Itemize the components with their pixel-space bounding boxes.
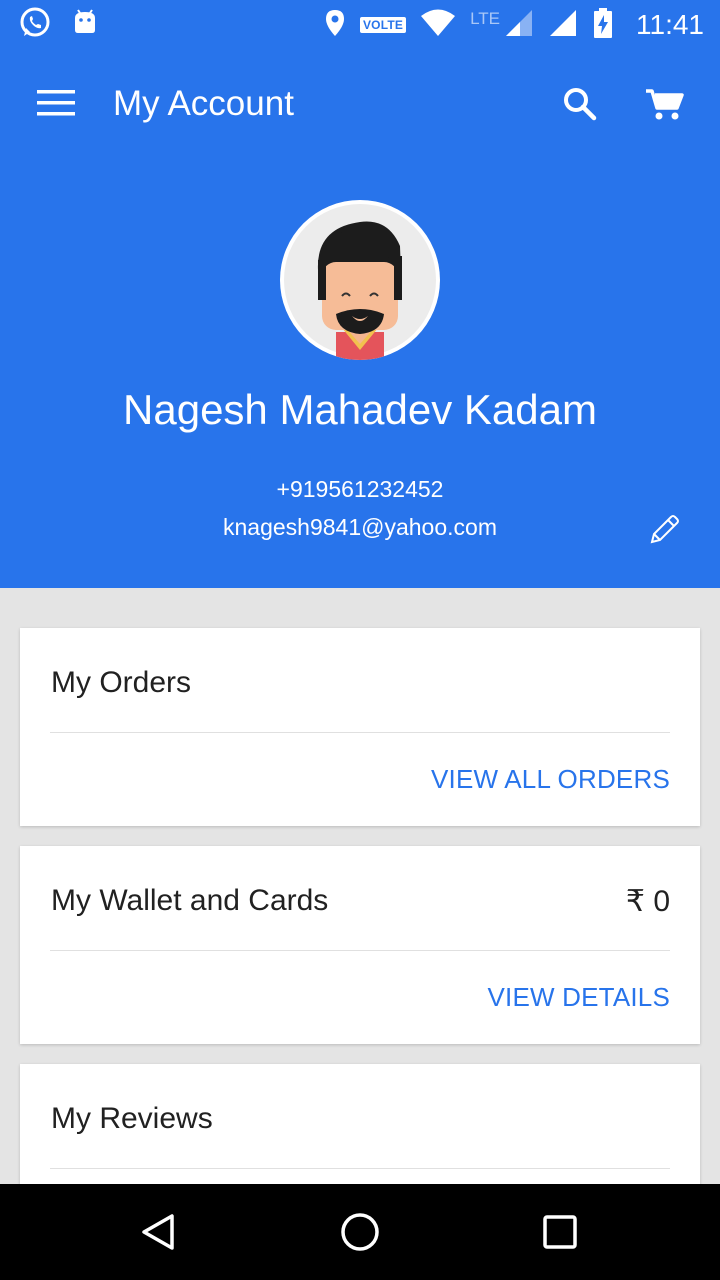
- profile-phone: +919561232452: [276, 476, 444, 502]
- menu-button[interactable]: [30, 80, 82, 126]
- status-bar: VOLTE LTE 11:41: [0, 0, 720, 50]
- divider: [50, 1168, 670, 1169]
- pencil-icon: [650, 515, 679, 544]
- back-icon: [142, 1214, 174, 1250]
- profile-email: knagesh9841@yahoo.com: [223, 514, 497, 540]
- screen: VOLTE LTE 11:41 My Account Nagesh Mahade…: [0, 0, 720, 1280]
- signal-icon: [548, 8, 578, 43]
- android-icon: [70, 8, 100, 43]
- reviews-title: My Reviews: [51, 1102, 213, 1135]
- avatar[interactable]: [280, 200, 440, 360]
- menu-icon: [37, 90, 75, 116]
- whatsapp-icon: [18, 6, 52, 45]
- system-nav-bar: [0, 1184, 720, 1280]
- lte-label: LTE: [470, 9, 500, 28]
- avatar-illustration: [284, 204, 436, 360]
- search-icon: [564, 88, 597, 121]
- lte-signal-icon: [504, 8, 534, 43]
- wallet-title: My Wallet and Cards: [51, 884, 329, 917]
- status-time: 11:41: [636, 9, 704, 40]
- recents-button[interactable]: [536, 1208, 584, 1256]
- wallet-balance: ₹ 0: [625, 885, 670, 918]
- volte-badge: VOLTE: [359, 17, 407, 33]
- search-button[interactable]: [558, 82, 602, 126]
- battery-charging-icon: [592, 7, 614, 44]
- view-details-button[interactable]: VIEW DETAILS: [487, 982, 670, 1013]
- cart-button[interactable]: [642, 82, 688, 126]
- profile-name: Nagesh Mahadev Kadam: [123, 386, 597, 433]
- profile-header: Nagesh Mahadev Kadam +919561232452 knage…: [0, 158, 720, 588]
- orders-title: My Orders: [51, 666, 192, 699]
- location-icon: [324, 8, 346, 43]
- divider: [50, 732, 670, 733]
- recents-icon: [543, 1215, 577, 1249]
- divider: [50, 950, 670, 951]
- back-button[interactable]: [136, 1208, 184, 1256]
- status-left-icons: [18, 6, 100, 45]
- page-title: My Account: [113, 84, 294, 123]
- cart-icon: [646, 89, 684, 120]
- wallet-card: My Wallet and Cards ₹ 0 VIEW DETAILS: [20, 846, 700, 1044]
- status-right-icons: VOLTE LTE 11:41: [324, 6, 704, 44]
- orders-card: My Orders VIEW ALL ORDERS: [20, 628, 700, 826]
- home-button[interactable]: [336, 1208, 384, 1256]
- reviews-card[interactable]: My Reviews: [20, 1064, 700, 1204]
- view-all-orders-button[interactable]: VIEW ALL ORDERS: [431, 764, 670, 795]
- edit-profile-button[interactable]: [646, 512, 682, 548]
- home-icon: [341, 1213, 379, 1251]
- wifi-icon: [420, 9, 456, 42]
- app-bar: My Account: [0, 50, 720, 158]
